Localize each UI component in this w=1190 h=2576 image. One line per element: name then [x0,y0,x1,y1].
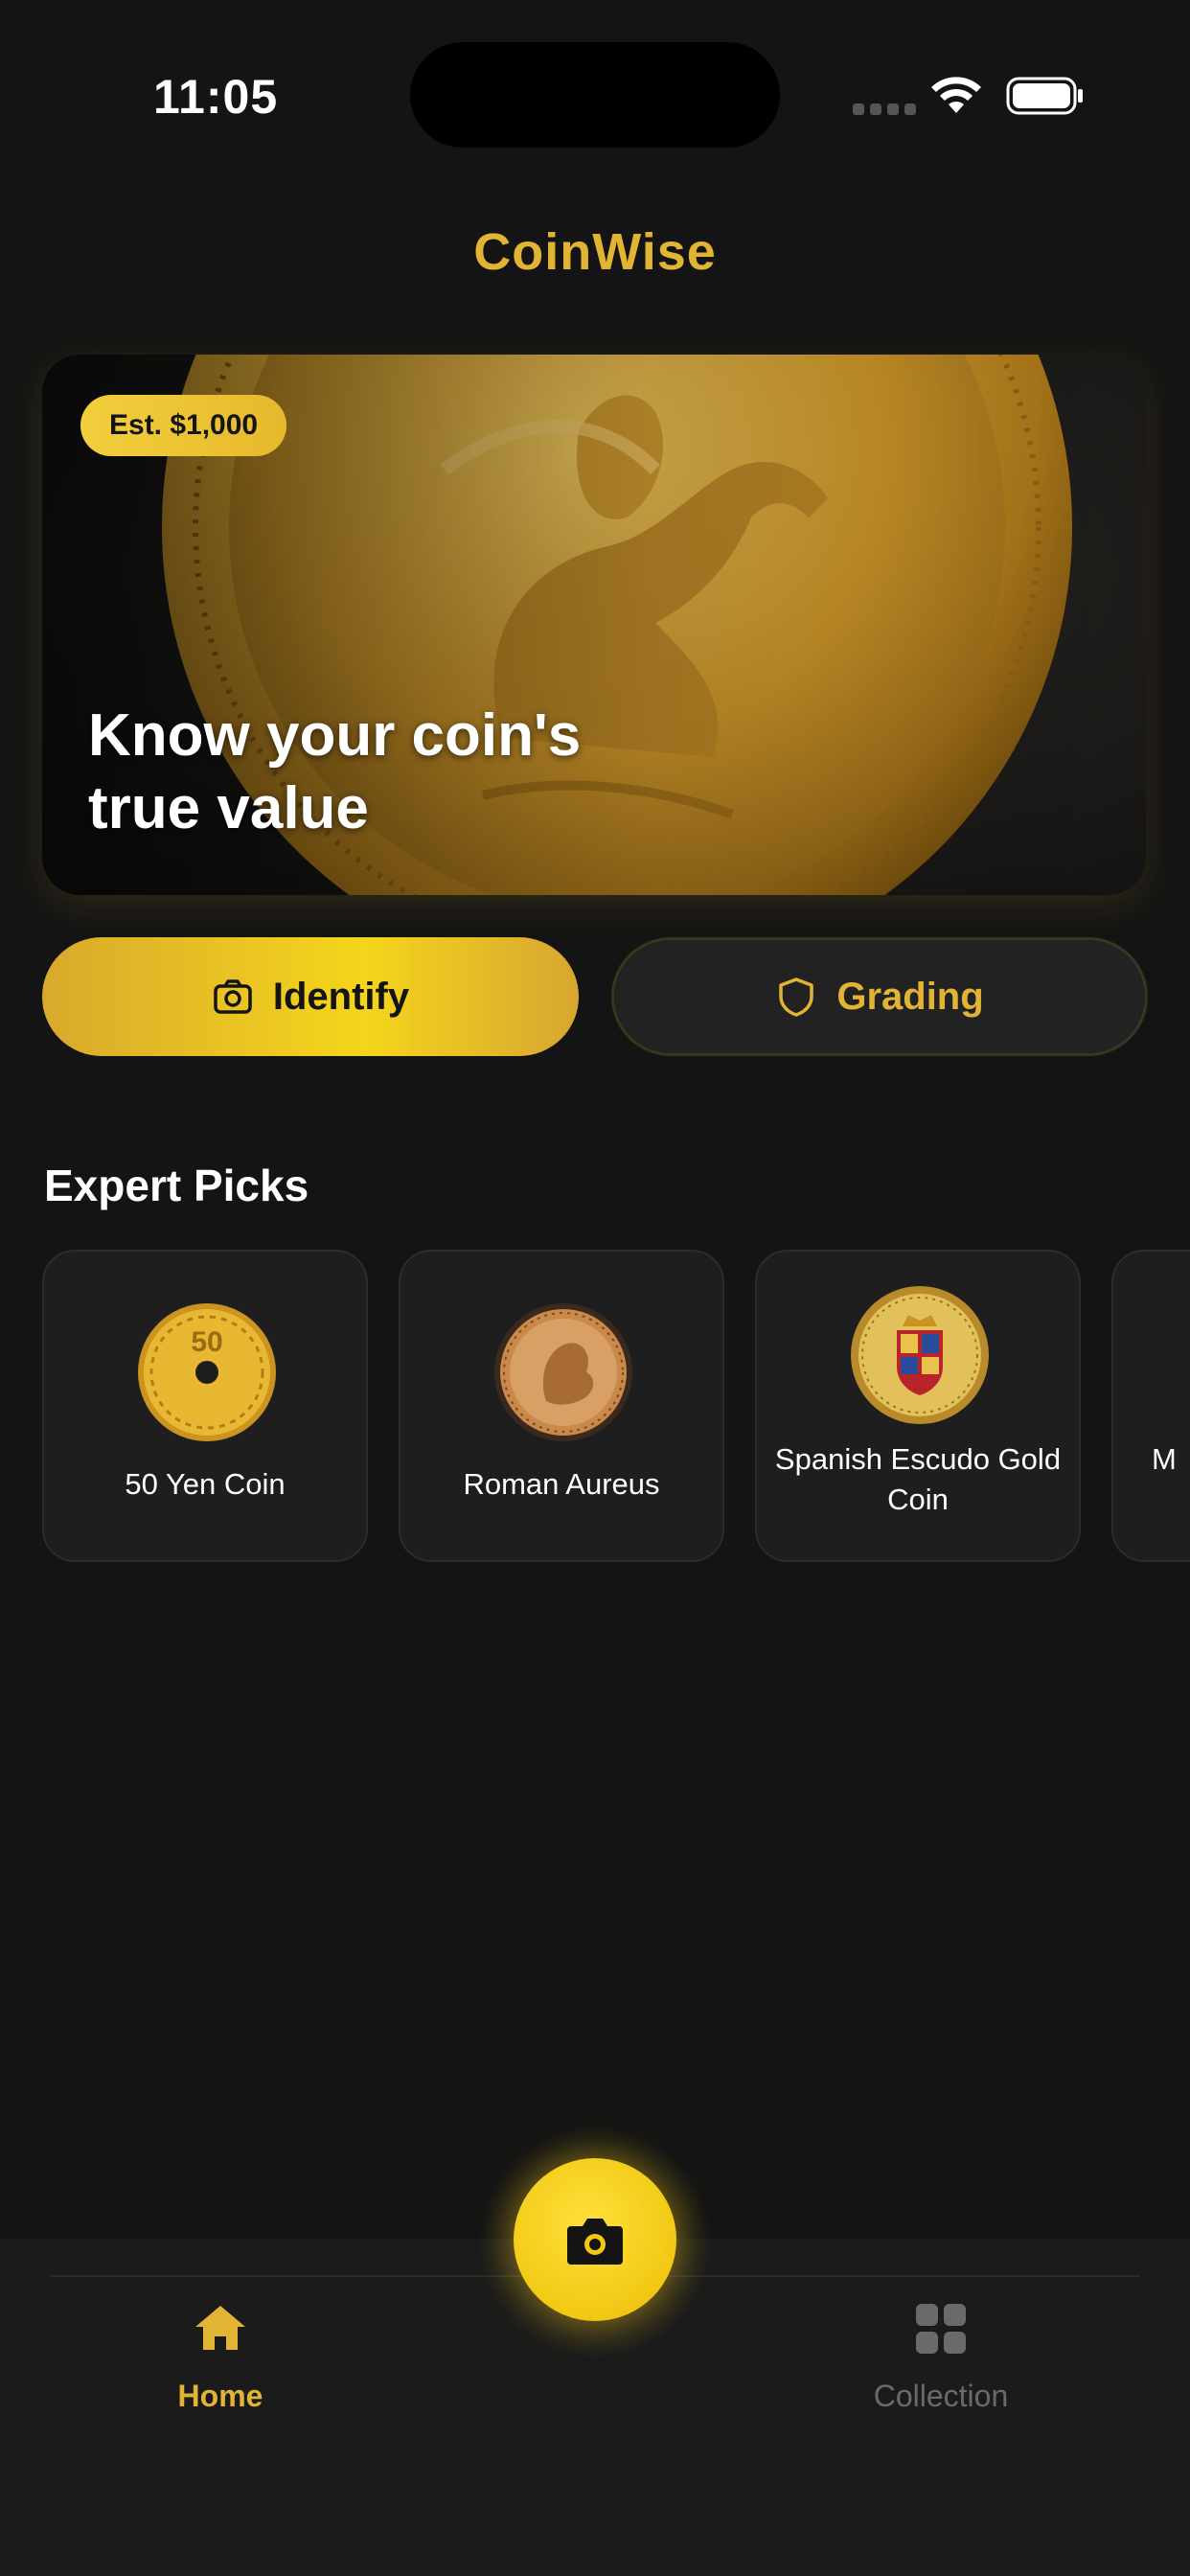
svg-text:50: 50 [191,1326,222,1358]
pick-card-label: 50 Yen Coin [125,1467,286,1501]
app-title: CoinWise [473,223,717,281]
nav-collection[interactable]: Collection [797,2300,1085,2414]
identify-button[interactable]: Identify [42,937,579,1056]
estimated-value-badge: Est. $1,000 [80,395,287,456]
hero-banner[interactable]: Est. $1,000 Know your coin's true value [42,355,1146,895]
roman-aureus-image [494,1303,632,1441]
grading-button[interactable]: Grading [611,937,1148,1056]
identify-label: Identify [272,975,410,1018]
home-icon [195,2306,245,2350]
pick-card-roman-aureus[interactable]: Roman Aureus [399,1250,724,1562]
grading-label: Grading [836,975,984,1018]
nav-collection-label: Collection [873,2379,1009,2413]
home-screen: 11:05 CoinWise Est. $1,000 Know your coi… [0,0,1190,2576]
scan-camera-button[interactable] [514,2158,676,2321]
camera-icon [214,979,252,1014]
status-time: 11:05 [153,70,279,124]
hero-headline: Know your coin's true value [88,702,582,841]
dynamic-island [410,42,780,148]
battery-icon [1006,77,1083,115]
wifi-icon [931,77,981,113]
pick-card-partial[interactable]: M [1111,1250,1190,1562]
grid-icon [916,2304,966,2354]
shield-icon [779,978,814,1017]
nav-home[interactable]: Home [77,2300,364,2414]
pick-card-50-yen[interactable]: 50 50 Yen Coin [42,1250,368,1562]
expert-picks-carousel[interactable]: 50 50 Yen Coin Roman Aureus Spanish Escu… [42,1250,1190,1562]
expert-picks-title: Expert Picks [44,1161,309,1210]
cellular-signal-icon [853,104,916,115]
pick-card-label: Spanish Escudo Gold Coin [774,1442,1062,1516]
camera-icon [567,2219,623,2265]
pick-card-label: M [1152,1442,1177,1476]
pick-card-spanish-escudo[interactable]: Spanish Escudo Gold Coin [755,1250,1081,1562]
yen-coin-image: 50 [138,1303,276,1441]
spanish-escudo-image [851,1286,989,1424]
pick-card-label: Roman Aureus [463,1467,660,1501]
nav-home-label: Home [177,2379,263,2413]
